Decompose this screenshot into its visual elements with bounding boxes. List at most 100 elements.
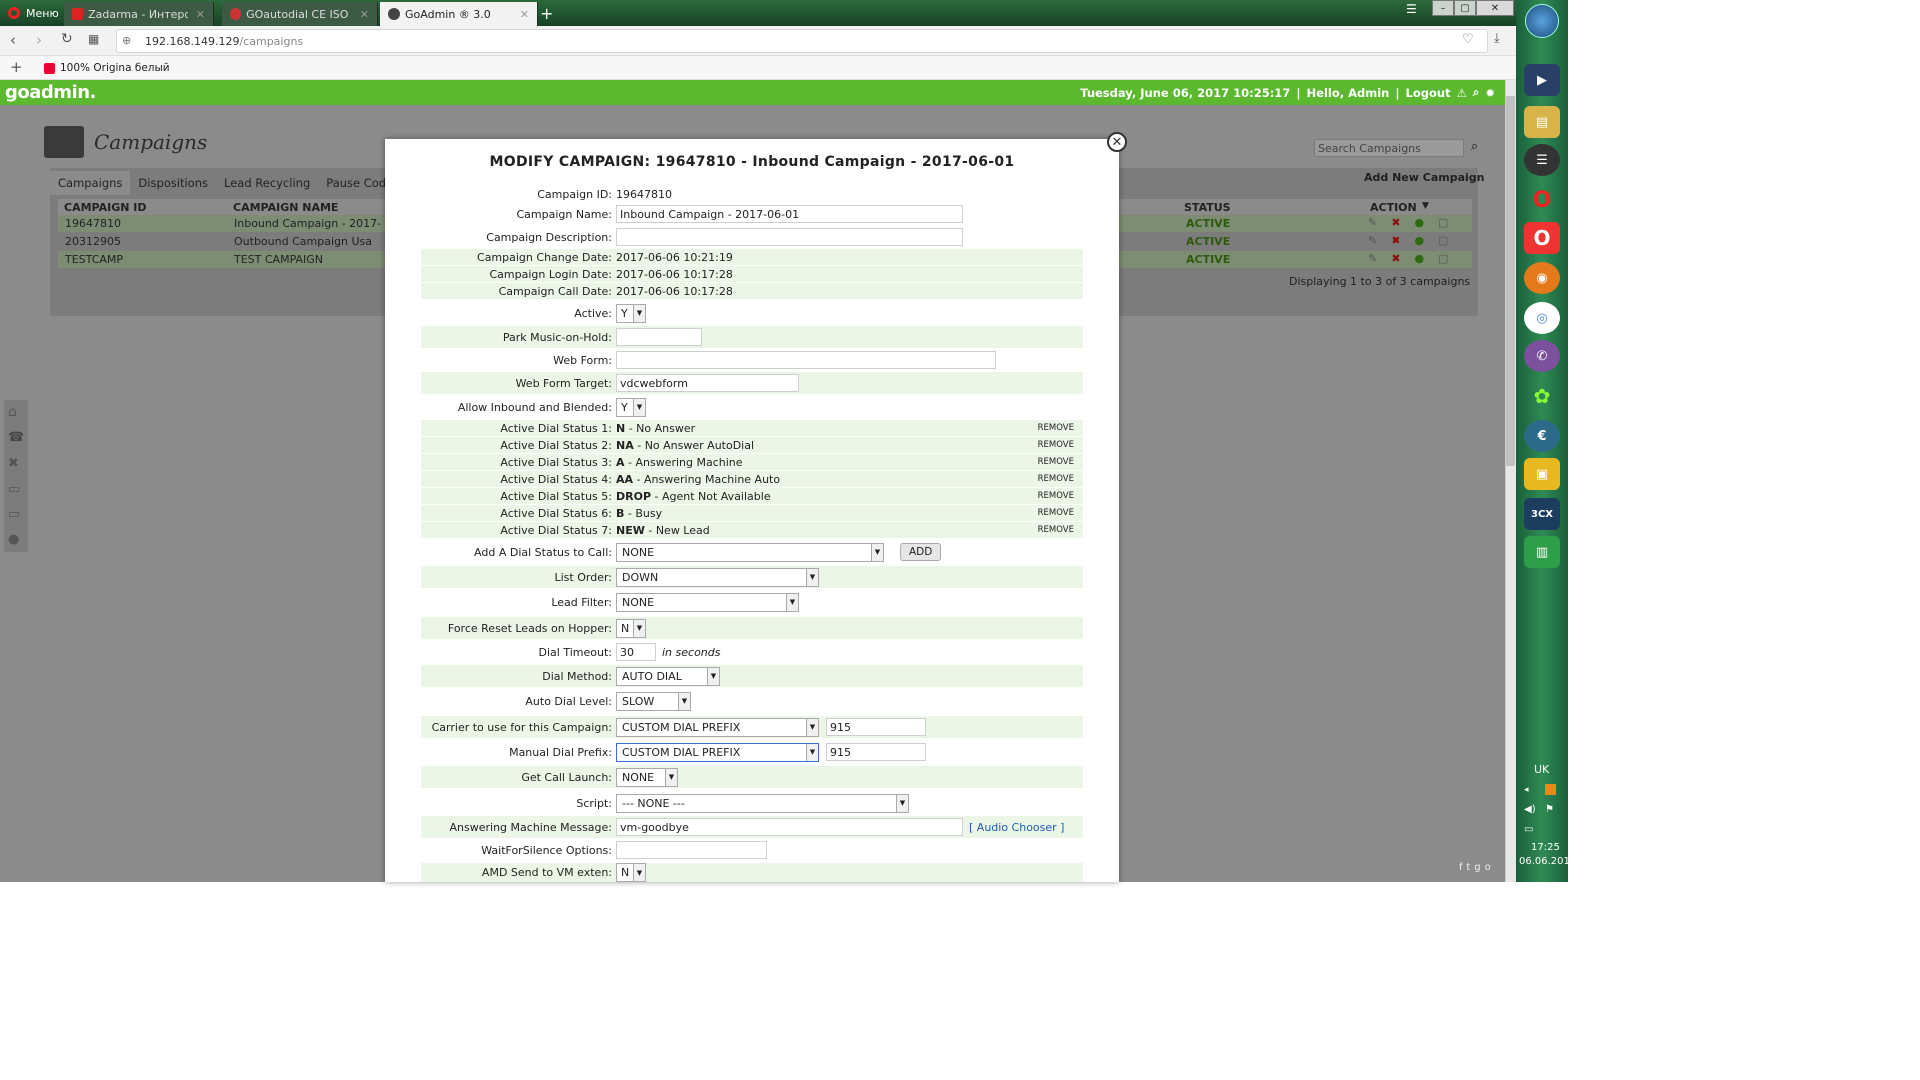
tray-expand-icon[interactable]: ◂ <box>1524 785 1529 795</box>
icq-icon[interactable]: ✿ <box>1524 380 1560 412</box>
remove-dial-status-link[interactable]: REMOVE <box>1038 423 1083 433</box>
tab-lead-recycling[interactable]: Lead Recycling <box>216 171 318 195</box>
script-select[interactable]: --- NONE --- ▼ <box>616 793 909 813</box>
remove-dial-status-link[interactable]: REMOVE <box>1038 491 1083 501</box>
row-checkbox[interactable]: ▢ <box>1438 216 1462 229</box>
remove-dial-status-link[interactable]: REMOVE <box>1038 457 1083 467</box>
phone-icon[interactable]: ☎ <box>8 430 24 445</box>
speed-dial-icon[interactable]: ▦ <box>88 32 99 46</box>
language-indicator[interactable]: UK <box>1534 763 1549 776</box>
warning-icon[interactable]: ⚠ <box>1457 86 1467 100</box>
scrollbar-thumb[interactable] <box>1506 96 1515 466</box>
tab-dispositions[interactable]: Dispositions <box>130 171 216 195</box>
gear-icon[interactable]: ✹ <box>1485 86 1495 100</box>
opera-active-icon[interactable]: O <box>1524 222 1560 254</box>
firefox-icon[interactable]: ◉ <box>1524 262 1560 294</box>
opera-menu-button[interactable]: Меню <box>0 0 62 26</box>
virtual-desktop-icon[interactable]: ▣ <box>1524 458 1560 490</box>
torrent-icon[interactable]: € <box>1524 420 1560 452</box>
info-icon[interactable]: ● <box>1414 216 1438 229</box>
tab-menu-icon[interactable]: ☰ <box>1406 2 1417 16</box>
search-icon[interactable]: ⌕ <box>1471 139 1478 154</box>
dial-method-select[interactable]: AUTO DIAL ▼ <box>616 666 720 686</box>
minimize-button[interactable]: – <box>1432 0 1454 16</box>
wait-for-silence-input[interactable] <box>616 841 767 859</box>
download-icon[interactable]: ⤓ <box>1494 31 1500 46</box>
carrier-select[interactable]: CUSTOM DIAL PREFIX ▼ <box>616 717 819 737</box>
inbound-blended-select[interactable]: Y ▼ <box>616 397 646 417</box>
clock-time[interactable]: 17:25 <box>1531 842 1560 853</box>
close-tab-icon[interactable]: ✕ <box>188 8 205 21</box>
add-new-campaign-link[interactable]: Add New Campaign <box>1364 171 1484 184</box>
goautodial-icon[interactable]: go <box>1474 862 1494 873</box>
close-tab-icon[interactable]: ✕ <box>512 8 529 21</box>
maximize-button[interactable]: ▢ <box>1454 0 1476 16</box>
search-icon[interactable]: ⌕ <box>1473 85 1479 100</box>
sort-arrow-icon[interactable]: ▼ <box>1422 201 1429 211</box>
app-icon[interactable]: ☰ <box>1524 144 1560 176</box>
amd-send-select[interactable]: N ▼ <box>616 863 646 882</box>
start-button[interactable] <box>1525 4 1559 38</box>
home-icon[interactable]: ⌂ <box>8 404 17 420</box>
audio-chooser-link[interactable]: [ Audio Chooser ] <box>969 821 1064 834</box>
remove-dial-status-link[interactable]: REMOVE <box>1038 440 1083 450</box>
row-checkbox[interactable]: ▢ <box>1438 234 1462 247</box>
add-dial-status-select[interactable]: NONE ▼ <box>616 542 884 562</box>
charts-app-icon[interactable]: ▥ <box>1524 536 1560 568</box>
close-tab-icon[interactable]: ✕ <box>352 8 369 21</box>
close-window-button[interactable]: ✕ <box>1476 0 1514 16</box>
info-icon[interactable]: ● <box>1414 234 1438 247</box>
logout-link[interactable]: Logout <box>1406 86 1451 100</box>
tab-goadmin[interactable]: GoAdmin ® 3.0 ✕ <box>380 2 538 26</box>
web-form-input[interactable] <box>616 351 996 369</box>
3cx-icon[interactable]: 3CX <box>1524 498 1560 530</box>
list-order-select[interactable]: DOWN ▼ <box>616 567 819 587</box>
search-campaigns-input[interactable]: Search Campaigns <box>1314 139 1464 157</box>
new-tab-button[interactable]: + <box>540 4 553 23</box>
delete-icon[interactable]: ✖ <box>1391 252 1414 265</box>
auto-dial-level-select[interactable]: SLOW ▼ <box>616 691 691 711</box>
campaign-id-cell[interactable]: 20312905 <box>65 235 121 248</box>
edit-icon[interactable]: ✎ <box>1368 216 1391 229</box>
forward-icon[interactable]: › <box>36 31 42 49</box>
clock-date[interactable]: 06.06.2017 <box>1519 856 1576 867</box>
park-music-input[interactable] <box>616 328 702 346</box>
goadmin-logo[interactable]: goadmin. <box>5 82 96 103</box>
file-explorer-icon[interactable]: ▤ <box>1524 106 1560 138</box>
info-icon[interactable]: ● <box>1414 252 1438 265</box>
dial-timeout-input[interactable]: 30 <box>616 643 656 661</box>
campaign-id-cell[interactable]: 19647810 <box>65 217 121 230</box>
manual-dial-prefix-select[interactable]: CUSTOM DIAL PREFIX ▼ <box>616 742 819 762</box>
network-icon[interactable]: ▭ <box>1524 824 1533 835</box>
active-select[interactable]: Y ▼ <box>616 303 646 323</box>
flag-icon[interactable]: ⚑ <box>1545 804 1554 815</box>
close-modal-button[interactable]: ✕ <box>1107 132 1127 152</box>
help-icon[interactable]: ● <box>8 532 19 547</box>
media-player-icon[interactable]: ▶ <box>1524 64 1560 96</box>
remove-dial-status-link[interactable]: REMOVE <box>1038 525 1083 535</box>
call-launch-select[interactable]: NONE ▼ <box>616 767 678 787</box>
viber-icon[interactable]: ✆ <box>1524 340 1560 372</box>
web-form-target-input[interactable]: vdcwebform <box>616 374 799 392</box>
tab-campaigns[interactable]: Campaigns <box>50 171 131 195</box>
edit-icon[interactable]: ✎ <box>1368 252 1391 265</box>
campaign-name-input[interactable]: Inbound Campaign - 2017-06-01 <box>616 205 963 223</box>
remove-dial-status-link[interactable]: REMOVE <box>1038 508 1083 518</box>
campaign-id-cell[interactable]: TESTCAMP <box>65 253 123 266</box>
folder-icon[interactable]: ▭ <box>8 482 20 497</box>
tray-app-icon[interactable] <box>1545 784 1556 795</box>
add-dial-status-button[interactable]: ADD <box>900 543 942 561</box>
tab-zadarma[interactable]: Zadarma - Интерфейс по ✕ <box>64 2 214 26</box>
tools-icon[interactable]: ✖ <box>8 456 19 471</box>
row-checkbox[interactable]: ▢ <box>1438 252 1462 265</box>
add-bookmark-icon[interactable]: + <box>10 58 23 76</box>
reports-icon[interactable]: ▭ <box>8 507 20 522</box>
chrome-icon[interactable]: ◎ <box>1524 302 1560 334</box>
reload-icon[interactable]: ↻ <box>61 31 73 47</box>
heart-icon[interactable]: ♡ <box>1462 32 1474 47</box>
tab-goautodial[interactable]: GOautodial CE ISO Installe ✕ <box>222 2 378 26</box>
opera-icon[interactable]: O <box>1524 184 1560 216</box>
volume-icon[interactable]: ◀) <box>1524 804 1536 815</box>
manual-dial-prefix-input[interactable]: 915 <box>826 743 926 761</box>
edit-icon[interactable]: ✎ <box>1368 234 1391 247</box>
